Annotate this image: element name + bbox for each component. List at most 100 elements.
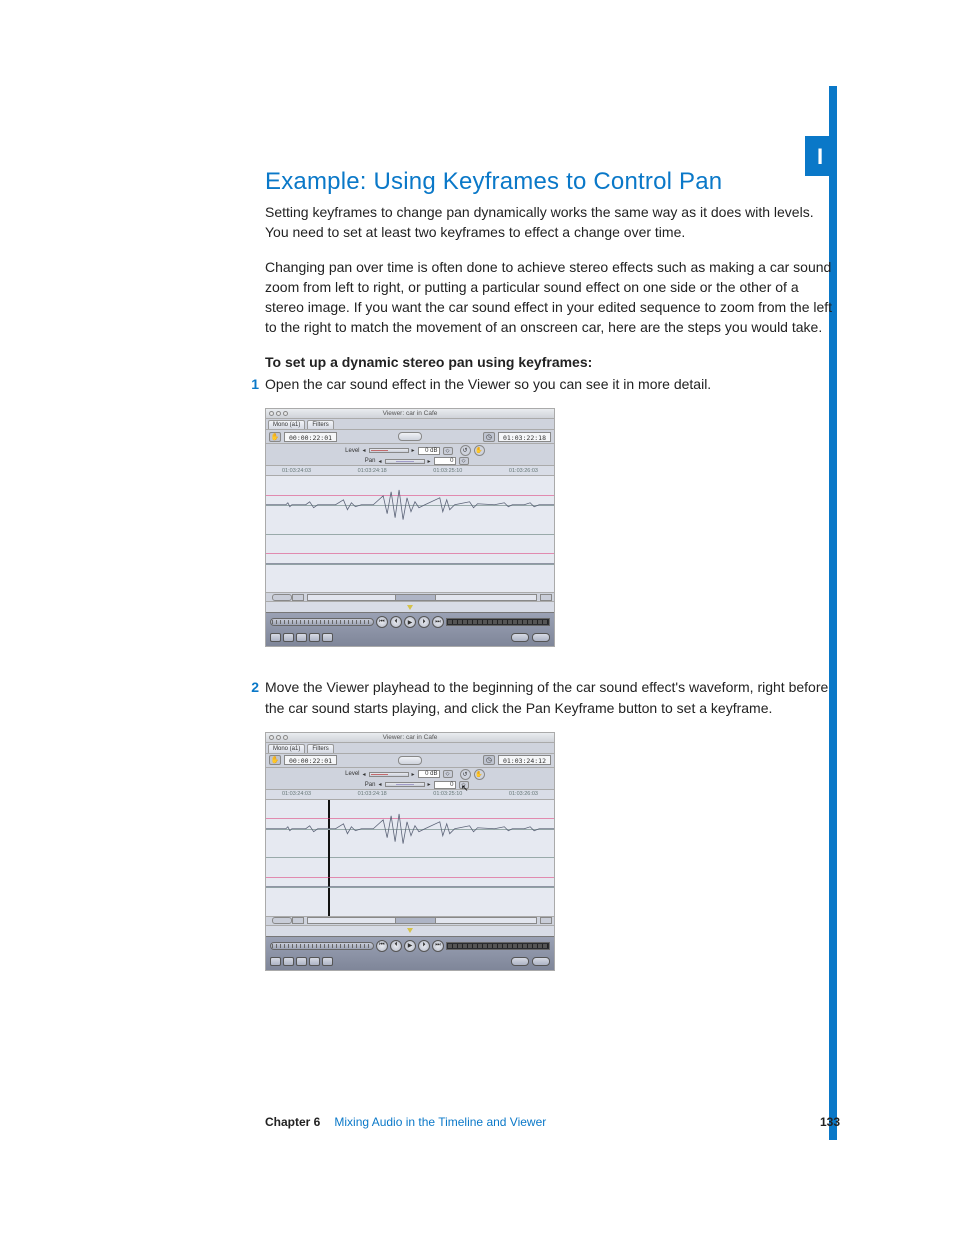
level-keyframe-button[interactable]: ◇ (443, 447, 453, 455)
timecode-current[interactable]: 01:03:24:12 (498, 755, 551, 765)
level-label: Level (335, 448, 359, 454)
ruler-tick: 01:03:26:03 (509, 791, 538, 797)
waveform-area[interactable] (266, 476, 554, 592)
time-ruler[interactable]: 01:03:24:03 01:03:24:18 01:03:25:10 01:0… (266, 466, 554, 476)
jkl-l-button[interactable]: ⏵ (418, 616, 430, 628)
jkl-end-button[interactable]: ⏭ (432, 616, 444, 628)
reset-icon[interactable]: ↺ (460, 769, 471, 780)
h-scrollbar[interactable] (266, 592, 554, 602)
scroll-left[interactable] (292, 917, 304, 924)
chapter-title: Mixing Audio in the Timeline and Viewer (334, 1115, 546, 1129)
timecode-duration[interactable]: 00:00:22:01 (284, 755, 337, 765)
ruler-tick: 01:03:24:03 (282, 791, 311, 797)
zoom-control[interactable] (398, 756, 422, 765)
drag-icon[interactable]: ✋ (474, 445, 485, 456)
jkl-j-button[interactable]: ⏮ (376, 616, 388, 628)
jkl-j-button[interactable]: ⏮ (376, 940, 388, 952)
in-button[interactable] (283, 633, 294, 642)
tab-mono[interactable]: Mono (a1) (268, 744, 305, 753)
step-number: 1 (247, 374, 265, 394)
jkl-k-button[interactable]: ⏴ (390, 616, 402, 628)
overwrite-button[interactable] (532, 633, 550, 642)
timecode-row: ✋ 00:00:22:01 ◷ 01:03:24:12 (266, 754, 554, 768)
pan-keyframe-button[interactable]: ◇ (459, 781, 469, 789)
section-letter: I (817, 144, 823, 170)
shuttle-control[interactable] (270, 942, 374, 950)
level-keyframe-button[interactable]: ◇ (443, 770, 453, 778)
drag-icon[interactable]: ✋ (474, 769, 485, 780)
tab-filters[interactable]: Filters (307, 744, 333, 753)
jkl-l-button[interactable]: ⏵ (418, 940, 430, 952)
in-button[interactable] (283, 957, 294, 966)
shuttle-control[interactable] (270, 618, 374, 626)
transport-controls: ⏮ ⏴ ▶ ⏵ ⏭ (266, 936, 554, 970)
h-scrollbar[interactable] (266, 916, 554, 926)
pan-slider[interactable] (385, 459, 425, 464)
insert-button[interactable] (511, 957, 529, 966)
waveform-upper (266, 476, 554, 534)
window-controls[interactable] (269, 411, 288, 416)
out-button[interactable] (296, 633, 307, 642)
clock-icon[interactable]: ◷ (483, 432, 495, 442)
reset-icon[interactable]: ↺ (460, 445, 471, 456)
prev-edit-button[interactable] (270, 957, 281, 966)
time-ruler[interactable]: 01:03:24:03 01:03:24:18 01:03:25:10 01:0… (266, 790, 554, 800)
waveform-area[interactable]: ↖ (266, 800, 554, 916)
hand-icon[interactable]: ✋ (269, 755, 281, 765)
audio-controls: Level ◂▸ 0 dB ◇ ↺✋ Pan ◂▸ 0 ◇ (266, 444, 554, 466)
play-buttons: ⏮ ⏴ ▶ ⏵ ⏭ (376, 616, 444, 628)
prev-edit-button[interactable] (270, 633, 281, 642)
overwrite-button[interactable] (532, 957, 550, 966)
ruler-tick: 01:03:25:10 (433, 468, 462, 474)
insert-button[interactable] (511, 633, 529, 642)
play-button[interactable]: ▶ (404, 616, 416, 628)
level-slider[interactable] (369, 772, 409, 777)
jog-control[interactable] (446, 618, 550, 626)
jog-control[interactable] (446, 942, 550, 950)
jkl-k-button[interactable]: ⏴ (390, 940, 402, 952)
mark-button[interactable] (322, 957, 333, 966)
zoom-widget[interactable] (272, 917, 292, 924)
window-controls[interactable] (269, 735, 288, 740)
pan-value[interactable]: 0 (434, 457, 456, 465)
mark-button[interactable] (322, 633, 333, 642)
ruler-tick: 01:03:24:03 (282, 468, 311, 474)
next-edit-button[interactable] (309, 633, 320, 642)
page-heading: Example: Using Keyframes to Control Pan (265, 168, 840, 196)
level-slider[interactable] (369, 448, 409, 453)
window-titlebar: Viewer: car in Cafe (266, 409, 554, 419)
out-button[interactable] (296, 957, 307, 966)
tab-mono[interactable]: Mono (a1) (268, 420, 305, 429)
chapter-label: Chapter 6 (265, 1115, 320, 1129)
zoom-widget[interactable] (272, 594, 292, 601)
tab-row: Mono (a1) Filters (266, 419, 554, 430)
page-footer: Chapter 6 Mixing Audio in the Timeline a… (265, 1115, 840, 1129)
pan-slider[interactable] (385, 782, 425, 787)
scroll-left[interactable] (292, 594, 304, 601)
pan-value[interactable]: 0 (434, 781, 456, 789)
waveform-lower (266, 535, 554, 593)
zoom-control[interactable] (398, 432, 422, 441)
ruler-tick: 01:03:26:03 (509, 468, 538, 474)
pan-keyframe-button[interactable]: ◇ (459, 457, 469, 465)
jkl-end-button[interactable]: ⏭ (432, 940, 444, 952)
insert-buttons (446, 957, 550, 966)
hand-icon[interactable]: ✋ (269, 432, 281, 442)
timecode-duration[interactable]: 00:00:22:01 (284, 432, 337, 442)
next-edit-button[interactable] (309, 957, 320, 966)
play-button[interactable]: ▶ (404, 940, 416, 952)
level-value[interactable]: 0 dB (418, 447, 440, 455)
waveform-upper (266, 800, 554, 858)
level-value[interactable]: 0 dB (418, 770, 440, 778)
waveform-lower (266, 858, 554, 916)
timecode-current[interactable]: 01:03:22:18 (498, 432, 551, 442)
scroll-right[interactable] (540, 594, 552, 601)
scroll-thumb[interactable] (395, 918, 436, 923)
step-1: 1 Open the car sound effect in the Viewe… (265, 374, 840, 394)
scroll-thumb[interactable] (395, 595, 436, 600)
tab-filters[interactable]: Filters (307, 420, 333, 429)
scroll-right[interactable] (540, 917, 552, 924)
instruction-label: To set up a dynamic stereo pan using key… (265, 352, 840, 372)
clock-icon[interactable]: ◷ (483, 755, 495, 765)
insert-buttons (446, 633, 550, 642)
